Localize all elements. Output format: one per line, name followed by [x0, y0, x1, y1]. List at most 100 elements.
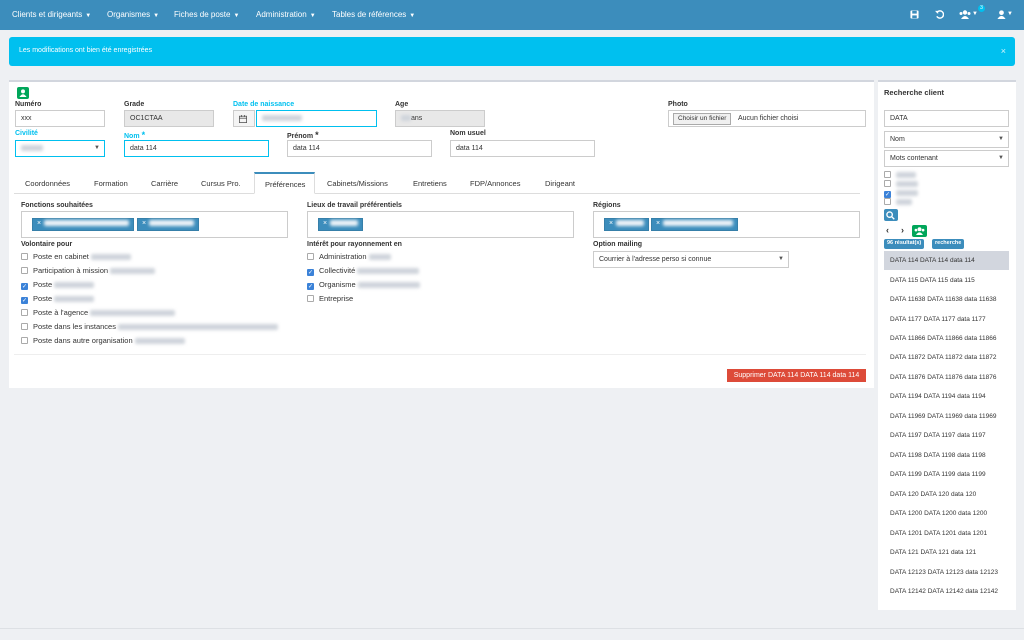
checkbox[interactable]	[21, 253, 28, 260]
caret-down-icon: ▼	[94, 145, 100, 151]
checkbox[interactable]	[307, 253, 314, 260]
result-item[interactable]: DATA 121 DATA 121 data 121	[884, 543, 1009, 562]
result-item[interactable]: DATA 11876 DATA 11876 data 11876	[884, 368, 1009, 387]
remove-icon[interactable]: ×	[609, 220, 613, 227]
tab-cursus[interactable]: Cursus Pro.	[201, 172, 241, 194]
checkbox[interactable]	[21, 337, 28, 344]
chevron-left-icon[interactable]: ‹	[886, 225, 889, 235]
interet-option[interactable]: ✓ Organisme	[307, 280, 420, 290]
result-item[interactable]: DATA 12142 DATA 12142 data 12142	[884, 582, 1009, 601]
checkbox[interactable]	[884, 180, 891, 187]
nav-organismes[interactable]: Organismes ▼	[107, 10, 159, 19]
field-select[interactable]: Nom ▼	[884, 131, 1009, 148]
tab-fdp[interactable]: FDP/Annonces	[470, 172, 520, 194]
result-item[interactable]: DATA 1194 DATA 1194 data 1194	[884, 387, 1009, 406]
prenom-field[interactable]: data 114	[287, 140, 432, 157]
delete-client-button[interactable]: Supprimer DATA 114 DATA 114 data 114	[727, 369, 866, 382]
lieux-tag-input[interactable]: ×	[307, 211, 574, 238]
prenom-label-text: Prénom	[287, 133, 314, 140]
mailing-select[interactable]: Courrier à l'adresse perso si connue ▼	[593, 251, 789, 268]
option-label: Poste à l'agence	[33, 308, 89, 317]
interet-option[interactable]: ✓ Collectivité	[307, 266, 420, 276]
volontaire-option[interactable]: Participation à mission	[21, 266, 156, 276]
close-icon[interactable]: ×	[1001, 46, 1006, 56]
remove-icon[interactable]: ×	[142, 220, 146, 227]
result-item[interactable]: DATA 1198 DATA 1198 data 1198	[884, 446, 1009, 465]
result-item[interactable]: DATA 115 DATA 115 data 115	[884, 271, 1009, 290]
tab-entretiens[interactable]: Entretiens	[413, 172, 447, 194]
checkbox[interactable]	[21, 267, 28, 274]
regions-tag-input[interactable]: × ×	[593, 211, 860, 238]
result-item[interactable]: DATA 11872 DATA 11872 data 11872	[884, 348, 1009, 367]
photo-file-input[interactable]: Choisir un fichier Aucun fichier choisi	[668, 110, 866, 127]
result-item[interactable]: DATA 120 DATA 120 data 120	[884, 485, 1009, 504]
nav-tables[interactable]: Tables de références ▼	[332, 10, 415, 19]
search-badge[interactable]: recherche	[932, 239, 965, 249]
result-item[interactable]: DATA 1197 DATA 1197 data 1197	[884, 426, 1009, 445]
tab-coordonnees[interactable]: Coordonnées	[25, 172, 70, 194]
naissance-field[interactable]	[256, 110, 377, 127]
numero-field[interactable]: xxx	[15, 110, 105, 127]
tab-formation[interactable]: Formation	[94, 172, 128, 194]
required-star: *	[315, 130, 319, 140]
user-icon[interactable]	[997, 10, 1006, 19]
option-label: Entreprise	[319, 294, 354, 303]
result-item[interactable]: DATA 1199 DATA 1199 data 1199	[884, 465, 1009, 484]
search-input[interactable]: DATA	[884, 110, 1009, 127]
checkbox-checked[interactable]: ✓	[21, 297, 28, 304]
tab-dirigeant[interactable]: Dirigeant	[545, 172, 575, 194]
remove-icon[interactable]: ×	[323, 220, 327, 227]
filter-option[interactable]	[884, 197, 912, 207]
result-item[interactable]: DATA 12123 DATA 12123 data 12123	[884, 563, 1009, 582]
result-item[interactable]: DATA 11866 DATA 11866 data 11866	[884, 329, 1009, 348]
mode-select[interactable]: Mots contenant ▼	[884, 150, 1009, 167]
group-button[interactable]	[912, 225, 927, 237]
tab-carriere[interactable]: Carrière	[151, 172, 178, 194]
result-item[interactable]: DATA 1200 DATA 1200 data 1200	[884, 504, 1009, 523]
fonctions-tag-input[interactable]: × ×	[21, 211, 288, 238]
save-icon[interactable]	[910, 10, 919, 19]
volontaire-option[interactable]: Poste dans les instances	[21, 322, 278, 332]
result-item[interactable]: DATA 11638 DATA 11638 data 11638	[884, 290, 1009, 309]
calendar-button[interactable]	[233, 110, 255, 127]
result-item[interactable]: DATA 11969 DATA 11969 data 11969	[884, 407, 1009, 426]
result-item[interactable]: DATA 114 DATA 114 data 114	[884, 251, 1009, 270]
result-item[interactable]: DATA 1177 DATA 1177 data 1177	[884, 310, 1009, 329]
nom-usuel-field[interactable]: data 114	[450, 140, 595, 157]
checkbox-checked[interactable]: ✓	[307, 283, 314, 290]
nav-fiches[interactable]: Fiches de poste ▼	[174, 10, 239, 19]
remove-icon[interactable]: ×	[656, 220, 660, 227]
tab-cabinets[interactable]: Cabinets/Missions	[327, 172, 388, 194]
users-icon[interactable]	[959, 10, 971, 19]
checkbox-checked[interactable]: ✓	[21, 283, 28, 290]
region-tag: ×	[604, 218, 650, 231]
checkbox[interactable]	[21, 323, 28, 330]
volontaire-option[interactable]: Poste à l'agence	[21, 308, 176, 318]
tab-preferences[interactable]: Préférences	[254, 172, 315, 194]
volontaire-option[interactable]: ✓ Poste	[21, 294, 95, 304]
civilite-select[interactable]: ▼	[15, 140, 105, 157]
interet-option[interactable]: Entreprise	[307, 294, 353, 304]
undo-icon[interactable]	[935, 10, 944, 19]
interet-option[interactable]: Administration	[307, 252, 391, 262]
checkbox[interactable]	[884, 171, 891, 178]
volontaire-option[interactable]: ✓ Poste	[21, 280, 95, 290]
checkbox-checked[interactable]: ✓	[307, 269, 314, 276]
nav-administration[interactable]: Administration ▼	[256, 10, 316, 19]
caret-down-icon: ▼	[85, 13, 92, 19]
chevron-right-icon[interactable]: ›	[901, 225, 904, 235]
checkbox[interactable]	[21, 309, 28, 316]
nom-field[interactable]: data 114	[124, 140, 269, 157]
nav-clients[interactable]: Clients et dirigeants ▼	[12, 10, 91, 19]
choose-file-button[interactable]: Choisir un fichier	[673, 113, 732, 125]
checkbox[interactable]	[307, 295, 314, 302]
result-item[interactable]: DATA 1201 DATA 1201 data 1201	[884, 524, 1009, 543]
blurred-value	[616, 220, 645, 227]
required-star: *	[141, 130, 146, 140]
checkbox[interactable]	[884, 198, 891, 205]
volontaire-option[interactable]: Poste en cabinet	[21, 252, 131, 262]
blurred-value	[401, 115, 411, 122]
remove-icon[interactable]: ×	[37, 220, 41, 227]
volontaire-option[interactable]: Poste dans autre organisation	[21, 336, 185, 346]
search-button[interactable]	[884, 209, 898, 221]
